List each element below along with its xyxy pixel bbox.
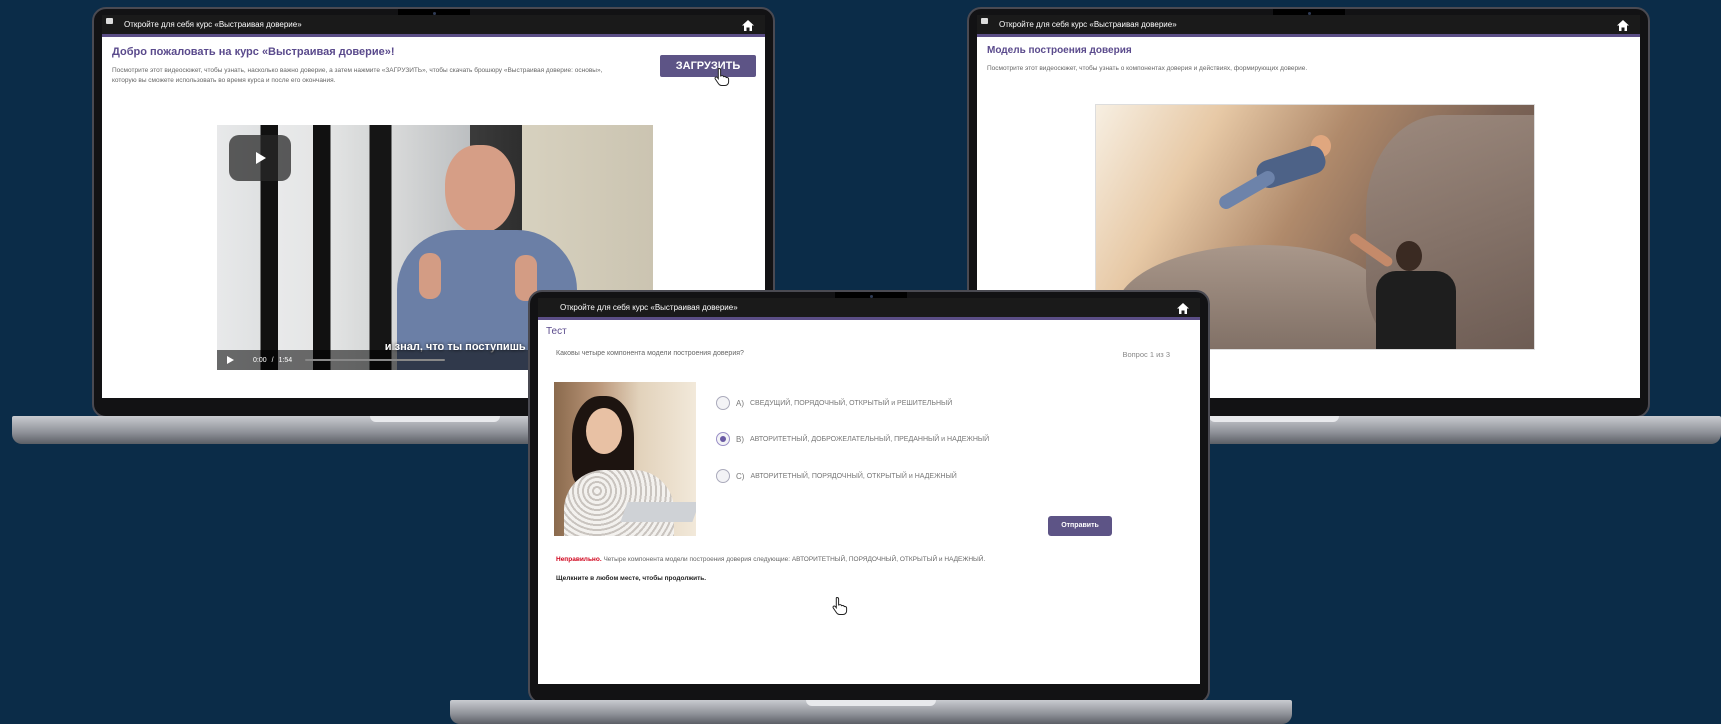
jumping-child	[1216, 135, 1356, 225]
radio-a[interactable]	[716, 396, 730, 410]
laptop-in-photo	[620, 502, 696, 522]
submit-button[interactable]: Отправить	[1048, 516, 1112, 536]
continue-text: Щелкните в любом месте, чтобы продолжить…	[556, 575, 707, 582]
title-bar: Откройте для себя курс «Выстраивая довер…	[538, 298, 1200, 320]
radio-b[interactable]	[716, 432, 730, 446]
hand-cursor-icon	[714, 67, 730, 86]
question-counter: Вопрос 1 из 3	[1122, 350, 1170, 359]
catching-man	[1346, 231, 1466, 349]
page-description: Посмотрите этот видеосюжет, чтобы узнать…	[112, 67, 603, 85]
window-corner-icon	[981, 18, 988, 24]
section-title: Тест	[546, 326, 567, 337]
time-separator: /	[271, 356, 274, 364]
course-title: Откройте для себя курс «Выстраивая довер…	[560, 303, 738, 312]
answer-option-b[interactable]: B) АВТОРИТЕТНЫЙ, ДОБРОЖЕЛАТЕЛЬНЫЙ, ПРЕДА…	[716, 432, 989, 446]
course-title: Откройте для себя курс «Выстраивая довер…	[124, 20, 302, 29]
option-text: СВЕДУЩИЙ, ПОРЯДОЧНЫЙ, ОТКРЫТЫЙ и РЕШИТЕЛ…	[750, 399, 953, 407]
home-icon[interactable]	[1616, 19, 1630, 32]
answer-option-c[interactable]: C) АВТОРИТЕТНЫЙ, ПОРЯДОЧНЫЙ, ОТКРЫТЫЙ и …	[716, 469, 957, 483]
time-total: 1:54	[278, 356, 293, 364]
center-laptop-base	[450, 700, 1292, 724]
option-letter: C)	[736, 471, 745, 481]
home-icon[interactable]	[741, 19, 755, 32]
course-title: Откройте для себя курс «Выстраивая довер…	[999, 20, 1177, 29]
answer-option-a[interactable]: A) СВЕДУЩИЙ, ПОРЯДОЧНЫЙ, ОТКРЫТЫЙ и РЕШИ…	[716, 396, 952, 410]
hand-cursor-icon	[832, 596, 848, 615]
radio-c[interactable]	[716, 469, 730, 483]
home-icon[interactable]	[1176, 302, 1190, 315]
time-current: 0:00	[253, 356, 267, 364]
center-screen: Откройте для себя курс «Выстраивая довер…	[538, 298, 1200, 684]
option-text: АВТОРИТЕТНЫЙ, ПОРЯДОЧНЫЙ, ОТКРЫТЫЙ и НАД…	[750, 472, 957, 480]
page-heading: Добро пожаловать на курс «Выстраивая дов…	[112, 46, 395, 58]
feedback-text: Четыре компонента модели построения дове…	[603, 556, 986, 563]
option-letter: A)	[736, 398, 744, 408]
window-corner-icon	[106, 18, 113, 24]
play-small-icon[interactable]	[227, 356, 234, 364]
title-bar: Откройте для себя курс «Выстраивая довер…	[977, 15, 1640, 37]
progress-track[interactable]	[305, 359, 446, 361]
play-icon	[256, 152, 266, 164]
question-text: Каковы четыре компонента модели построен…	[556, 350, 744, 357]
woman-face	[586, 408, 622, 454]
page-description: Посмотрите этот видеосюжет, чтобы узнать…	[987, 65, 1308, 72]
download-button[interactable]: ЗАГРУЗИТЬ	[660, 55, 756, 77]
option-text: АВТОРИТЕТНЫЙ, ДОБРОЖЕЛАТЕЛЬНЫЙ, ПРЕДАННЫ…	[750, 435, 990, 443]
page-heading: Модель построения доверия	[987, 45, 1132, 56]
title-bar: Откройте для себя курс «Выстраивая довер…	[102, 15, 765, 37]
feedback-label: Неправильно.	[556, 556, 602, 563]
quiz-photo	[554, 382, 696, 536]
center-laptop: Откройте для себя курс «Выстраивая довер…	[440, 286, 1300, 724]
option-letter: B)	[736, 434, 744, 444]
play-button[interactable]	[229, 135, 291, 181]
feedback: Неправильно. Четыре компонента модели по…	[556, 556, 1186, 563]
